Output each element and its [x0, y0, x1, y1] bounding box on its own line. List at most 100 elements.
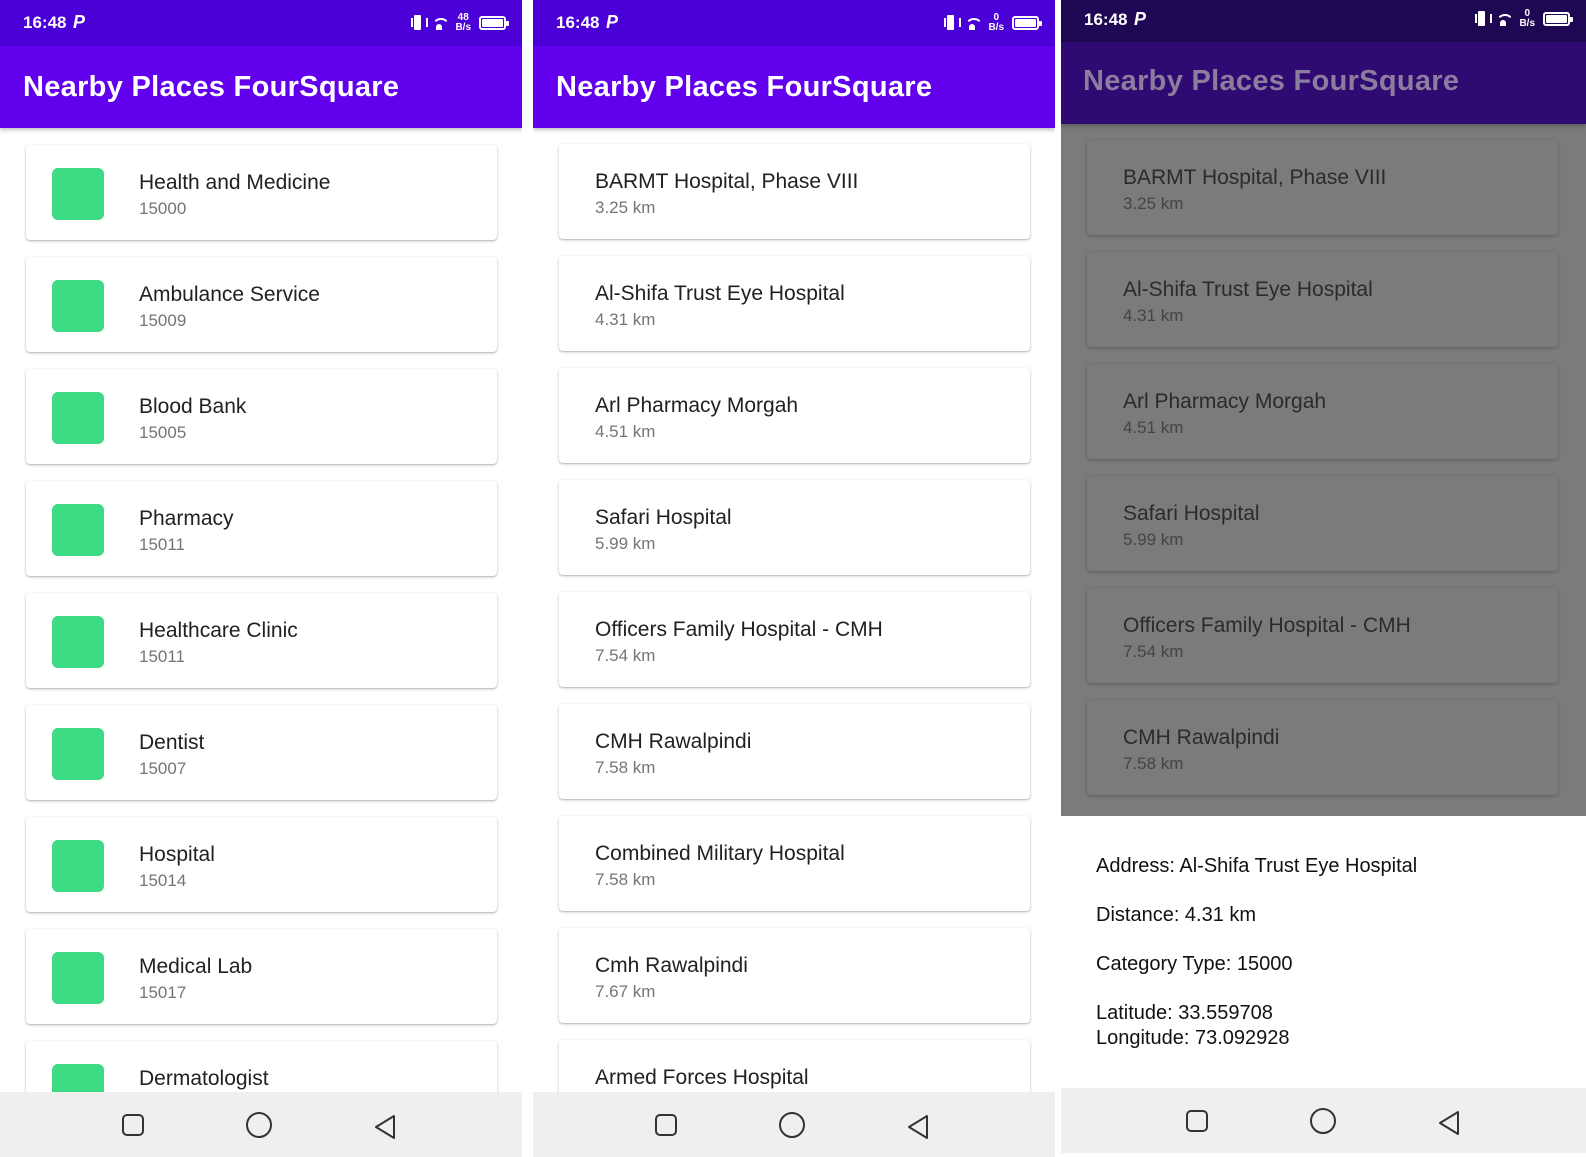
list-item[interactable]: Combined Military Hospital 7.58 km: [559, 816, 1030, 911]
app-bar-dimmed: Nearby Places FourSquare: [1061, 42, 1586, 124]
status-bar: 16:48 P 0 B/s: [533, 0, 1055, 46]
place-name: Al-Shifa Trust Eye Hospital: [1123, 278, 1373, 301]
status-time: 16:48: [23, 13, 67, 32]
app-bar: Nearby Places FourSquare: [533, 46, 1055, 128]
place-name: Safari Hospital: [1123, 502, 1260, 525]
status-bar: 16:48 P 48 B/s: [0, 0, 522, 46]
list-item[interactable]: Arl Pharmacy Morgah 4.51 km: [1087, 364, 1558, 459]
place-name: CMH Rawalpindi: [1123, 726, 1280, 749]
battery-icon: [1543, 12, 1573, 26]
recents-square-icon[interactable]: [655, 1114, 677, 1136]
list-item[interactable]: Dermatologist: [26, 1041, 497, 1092]
place-distance: 5.99 km: [1123, 530, 1184, 549]
category-name: Dermatologist: [139, 1067, 269, 1090]
home-circle-icon[interactable]: [1310, 1108, 1336, 1134]
wifi-icon: [1495, 12, 1512, 26]
vibrate-icon: [944, 14, 962, 32]
places-list[interactable]: BARMT Hospital, Phase VIII 3.25 km Al-Sh…: [533, 128, 1055, 1092]
place-name: BARMT Hospital, Phase VIII: [1123, 166, 1387, 189]
status-time: 16:48: [1084, 10, 1128, 29]
place-distance: 7.58 km: [1123, 754, 1184, 773]
list-item[interactable]: Armed Forces Hospital: [559, 1040, 1030, 1092]
category-thumbnail: [52, 392, 104, 444]
list-item[interactable]: Healthcare Clinic 15011: [26, 593, 497, 688]
category-code: 15009: [139, 311, 187, 330]
place-name: CMH Rawalpindi: [595, 730, 752, 753]
list-item[interactable]: Safari Hospital 5.99 km: [559, 480, 1030, 575]
network-speed: 0 B/s: [988, 12, 1004, 33]
place-distance: 7.67 km: [595, 982, 656, 1001]
app-title: Nearby Places FourSquare: [23, 71, 400, 103]
list-item[interactable]: Dentist 15007: [26, 705, 497, 800]
place-name: BARMT Hospital, Phase VIII: [595, 170, 859, 193]
network-speed: 48 B/s: [455, 12, 471, 33]
category-name: Ambulance Service: [139, 283, 320, 306]
list-item[interactable]: CMH Rawalpindi 7.58 km: [559, 704, 1030, 799]
place-name: Officers Family Hospital - CMH: [595, 618, 883, 641]
place-name: Arl Pharmacy Morgah: [595, 394, 799, 417]
list-item[interactable]: Pharmacy 15011: [26, 481, 497, 576]
wifi-icon: [964, 16, 981, 30]
place-detail-screen: 16:48 P 0 B/s Nearby Places FourSquare B…: [1061, 0, 1586, 1157]
list-item[interactable]: Ambulance Service 15009: [26, 257, 497, 352]
list-item[interactable]: Medical Lab 15017: [26, 929, 497, 1024]
system-nav-bar: [533, 1092, 1055, 1157]
list-item[interactable]: CMH Rawalpindi 7.58 km: [1087, 700, 1558, 795]
vibrate-icon: [1475, 10, 1493, 28]
list-item[interactable]: Safari Hospital 5.99 km: [1087, 476, 1558, 571]
parking-app-icon: P: [606, 12, 619, 32]
category-name: Dentist: [139, 731, 205, 754]
place-name: Cmh Rawalpindi: [595, 954, 748, 977]
home-circle-icon[interactable]: [779, 1112, 805, 1138]
category-name: Medical Lab: [139, 955, 253, 978]
place-distance: 7.54 km: [595, 646, 656, 665]
detail-address: Address: Al-Shifa Trust Eye Hospital: [1096, 855, 1418, 877]
recents-square-icon[interactable]: [1186, 1110, 1208, 1132]
category-code: 15017: [139, 983, 187, 1002]
place-detail-bottom-sheet[interactable]: Address: Al-Shifa Trust Eye Hospital Dis…: [1061, 816, 1586, 1091]
category-name: Pharmacy: [139, 507, 234, 530]
list-item[interactable]: Officers Family Hospital - CMH 7.54 km: [559, 592, 1030, 687]
list-item[interactable]: Health and Medicine 15000: [26, 145, 497, 240]
place-distance: 7.58 km: [595, 870, 656, 889]
app-title: Nearby Places FourSquare: [1083, 65, 1460, 97]
battery-icon: [1012, 16, 1042, 30]
status-bar: 16:48 P 0 B/s: [1061, 0, 1586, 46]
list-item[interactable]: BARMT Hospital, Phase VIII 3.25 km: [1087, 140, 1558, 235]
place-distance: 7.54 km: [1123, 642, 1184, 661]
category-list[interactable]: Health and Medicine 15000 Ambulance Serv…: [0, 128, 522, 1092]
place-name: Armed Forces Hospital: [595, 1066, 809, 1089]
list-item[interactable]: Officers Family Hospital - CMH 7.54 km: [1087, 588, 1558, 683]
list-item[interactable]: Arl Pharmacy Morgah 4.51 km: [559, 368, 1030, 463]
recents-square-icon[interactable]: [122, 1114, 144, 1136]
category-thumbnail: [52, 1064, 104, 1092]
category-name: Healthcare Clinic: [139, 619, 298, 642]
place-distance: 7.58 km: [595, 758, 656, 777]
place-name: Officers Family Hospital - CMH: [1123, 614, 1411, 637]
list-item[interactable]: Al-Shifa Trust Eye Hospital 4.31 km: [1087, 252, 1558, 347]
place-distance: 4.31 km: [1123, 306, 1184, 325]
detail-latitude: Latitude: 33.559708: [1096, 1002, 1273, 1024]
category-code: 15011: [139, 535, 186, 554]
category-thumbnail: [52, 728, 104, 780]
parking-app-icon: P: [1134, 9, 1147, 29]
app-title: Nearby Places FourSquare: [556, 71, 933, 103]
places-list-dimmed[interactable]: BARMT Hospital, Phase VIII 3.25 km Al-Sh…: [1061, 124, 1586, 816]
home-circle-icon[interactable]: [246, 1112, 272, 1138]
network-speed: 0 B/s: [1519, 8, 1535, 29]
places-screen: 16:48 P 0 B/s Nearby Places FourSquare B…: [533, 0, 1055, 1157]
list-item[interactable]: Al-Shifa Trust Eye Hospital 4.31 km: [559, 256, 1030, 351]
list-item[interactable]: Cmh Rawalpindi 7.67 km: [559, 928, 1030, 1023]
place-name: Arl Pharmacy Morgah: [1123, 390, 1327, 413]
place-name: Al-Shifa Trust Eye Hospital: [595, 282, 845, 305]
list-item[interactable]: Blood Bank 15005: [26, 369, 497, 464]
detail-longitude: Longitude: 73.092928: [1096, 1027, 1290, 1049]
parking-app-icon: P: [73, 12, 86, 32]
list-item[interactable]: BARMT Hospital, Phase VIII 3.25 km: [559, 144, 1030, 239]
system-nav-bar: [0, 1092, 522, 1157]
list-item[interactable]: Hospital 15014: [26, 817, 497, 912]
category-code: 15000: [139, 199, 187, 218]
place-name: Combined Military Hospital: [595, 842, 845, 865]
place-distance: 3.25 km: [1123, 194, 1184, 213]
category-name: Blood Bank: [139, 395, 247, 418]
